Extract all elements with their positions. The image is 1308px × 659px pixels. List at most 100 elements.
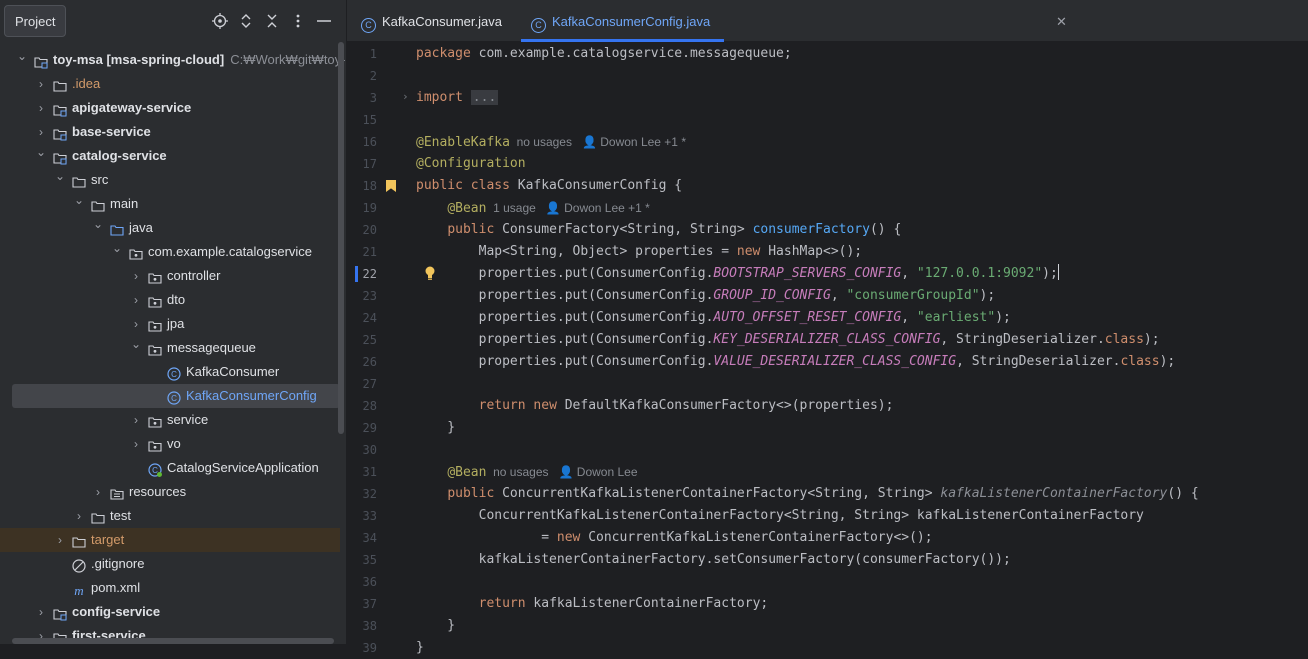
tree-item[interactable]: ⌄ toy-msa [msa-spring-cloud] C:₩Work₩git₩t…: [0, 48, 346, 72]
folder-icon: [53, 77, 67, 92]
line-number: 26: [362, 355, 377, 369]
project-view-dropdown[interactable]: Project: [4, 5, 67, 37]
tree-item[interactable]: › test: [0, 504, 340, 528]
tree-item-label: vo: [167, 436, 181, 451]
tree-item[interactable]: › target: [0, 528, 340, 552]
line-number: 34: [362, 531, 377, 545]
code-line[interactable]: }: [416, 637, 424, 659]
line-gutter[interactable]: › 1 2 3 15 16 17 18 19 20 21 22 23 24 25 26 27 28 29 30 31 3…: [347, 42, 409, 655]
chevron-right-icon[interactable]: ›: [35, 96, 47, 120]
tree-item[interactable]: › config-service: [0, 600, 340, 624]
chevron-down-icon[interactable]: ⌄: [54, 164, 66, 188]
code-line[interactable]: package com.example.catalogservice.messa…: [416, 43, 792, 65]
tree-item[interactable]: › apigateway-service: [0, 96, 340, 120]
collapse-all-icon[interactable]: [262, 10, 282, 32]
tree-item[interactable]: ⌄ java: [0, 216, 340, 240]
tree-item-label: toy-msa [msa-spring-cloud] C:₩Work₩git₩to…: [53, 48, 346, 72]
tree-item-label: KafkaConsumer: [186, 364, 280, 379]
tree-item[interactable]: C KafkaConsumerConfig: [12, 384, 340, 408]
project-path: C:₩Work₩git₩toy-msa: [230, 52, 346, 67]
code-line[interactable]: Map<String, Object> properties = new Has…: [416, 241, 863, 263]
tree-item[interactable]: ⌄ com.example.catalogservice: [0, 240, 340, 264]
tree-item[interactable]: ⌄ main: [0, 192, 340, 216]
code-line[interactable]: = new ConcurrentKafkaListenerContainerFa…: [416, 527, 932, 549]
chevron-right-icon[interactable]: ›: [130, 408, 142, 432]
folder-icon: [91, 197, 105, 212]
chevron-right-icon[interactable]: ›: [73, 504, 85, 528]
chevron-right-icon[interactable]: ›: [130, 264, 142, 288]
tree-item[interactable]: › base-service: [0, 120, 340, 144]
code-editor[interactable]: › 1 2 3 15 16 17 18 19 20 21 22 23 24 25 26 27 28 29 30 31 3…: [347, 42, 1308, 655]
expand-all-icon[interactable]: [236, 10, 256, 32]
code-line[interactable]: @Bean no usages 👤 Dowon Lee: [416, 461, 637, 483]
tree-item[interactable]: › controller: [0, 264, 340, 288]
class-icon: C: [167, 389, 181, 405]
folder-icon: [72, 533, 86, 548]
tree-item[interactable]: › service: [0, 408, 340, 432]
code-line[interactable]: public class KafkaConsumerConfig {: [416, 175, 682, 197]
line-number: 1: [369, 47, 377, 61]
chevron-right-icon[interactable]: ›: [92, 480, 104, 504]
chevron-right-icon[interactable]: ›: [35, 600, 47, 624]
tree-item[interactable]: › dto: [0, 288, 340, 312]
code-line[interactable]: kafkaListenerContainerFactory.setConsume…: [416, 549, 1011, 571]
chevron-down-icon[interactable]: ⌄: [92, 212, 104, 236]
line-number: 37: [362, 597, 377, 611]
code-line[interactable]: @Bean 1 usage 👤 Dowon Lee +1 *: [416, 197, 650, 219]
hide-panel-icon[interactable]: [314, 10, 334, 32]
package-icon: [148, 293, 162, 308]
tree-vertical-scrollbar[interactable]: [338, 42, 344, 434]
code-line[interactable]: properties.put(ConsumerConfig.BOOTSTRAP_…: [416, 263, 1059, 285]
tree-item[interactable]: m pom.xml: [0, 576, 340, 600]
code-line[interactable]: public ConsumerFactory<String, String> c…: [416, 219, 901, 241]
code-line[interactable]: import ...: [416, 87, 499, 109]
close-tab-icon[interactable]: ✕: [1056, 0, 1067, 44]
class-icon: C: [531, 18, 546, 33]
module-folder-icon: [53, 101, 67, 117]
tree-item[interactable]: ⌄ messagequeue: [0, 336, 340, 360]
folder-icon: [91, 509, 105, 524]
code-line[interactable]: return kafkaListenerContainerFactory;: [416, 593, 769, 615]
tree-item[interactable]: ⌄ src: [0, 168, 340, 192]
code-line[interactable]: }: [416, 615, 455, 637]
tree-item[interactable]: ⌄ catalog-service: [0, 144, 340, 168]
package-icon: [148, 341, 162, 356]
chevron-right-icon[interactable]: ›: [54, 528, 66, 552]
chevron-right-icon[interactable]: ›: [130, 432, 142, 456]
tree-item[interactable]: .gitignore: [0, 552, 340, 576]
line-number: 20: [362, 223, 377, 237]
fold-chevron-icon[interactable]: ›: [402, 86, 409, 108]
tab-kafka-consumer-config[interactable]: C KafkaConsumerConfig.java: [520, 0, 725, 42]
code-line[interactable]: }: [416, 417, 455, 439]
code-line[interactable]: ConcurrentKafkaListenerContainerFactory<…: [416, 505, 1144, 527]
chevron-down-icon[interactable]: ⌄: [73, 188, 85, 212]
chevron-down-icon[interactable]: ⌄: [130, 332, 142, 356]
tab-kafka-consumer[interactable]: C KafkaConsumer.java: [361, 0, 502, 42]
code-line[interactable]: @EnableKafka no usages 👤 Dowon Lee +1 *: [416, 131, 686, 153]
code-line[interactable]: @Configuration: [416, 153, 526, 175]
code-line[interactable]: public ConcurrentKafkaListenerContainerF…: [416, 483, 1198, 505]
chevron-down-icon[interactable]: ⌄: [111, 236, 123, 260]
chevron-down-icon[interactable]: ⌄: [35, 140, 47, 164]
options-icon[interactable]: [288, 10, 308, 32]
tree-item[interactable]: › .idea: [0, 72, 340, 96]
code-line[interactable]: properties.put(ConsumerConfig.GROUP_ID_C…: [416, 285, 996, 307]
code-line[interactable]: properties.put(ConsumerConfig.VALUE_DESE…: [416, 351, 1176, 373]
code-line[interactable]: properties.put(ConsumerConfig.KEY_DESERI…: [416, 329, 1160, 351]
chevron-right-icon[interactable]: ›: [130, 288, 142, 312]
code-line[interactable]: return new DefaultKafkaConsumerFactory<>…: [416, 395, 894, 417]
tree-item[interactable]: C CatalogServiceApplication: [0, 456, 340, 480]
chevron-down-icon[interactable]: ⌄: [16, 44, 28, 68]
tree-item[interactable]: › resources: [0, 480, 340, 504]
line-number: 25: [362, 333, 377, 347]
tree-item[interactable]: › jpa: [0, 312, 340, 336]
code-line[interactable]: properties.put(ConsumerConfig.AUTO_OFFSE…: [416, 307, 1011, 329]
line-number: 22: [362, 267, 377, 281]
chevron-right-icon[interactable]: ›: [35, 72, 47, 96]
tree-horizontal-scrollbar[interactable]: [12, 638, 334, 644]
line-number: 28: [362, 399, 377, 413]
bookmark-icon[interactable]: [386, 180, 396, 192]
tree-item[interactable]: C KafkaConsumer: [0, 360, 340, 384]
tree-item[interactable]: › vo: [0, 432, 340, 456]
locate-icon[interactable]: [210, 10, 230, 32]
